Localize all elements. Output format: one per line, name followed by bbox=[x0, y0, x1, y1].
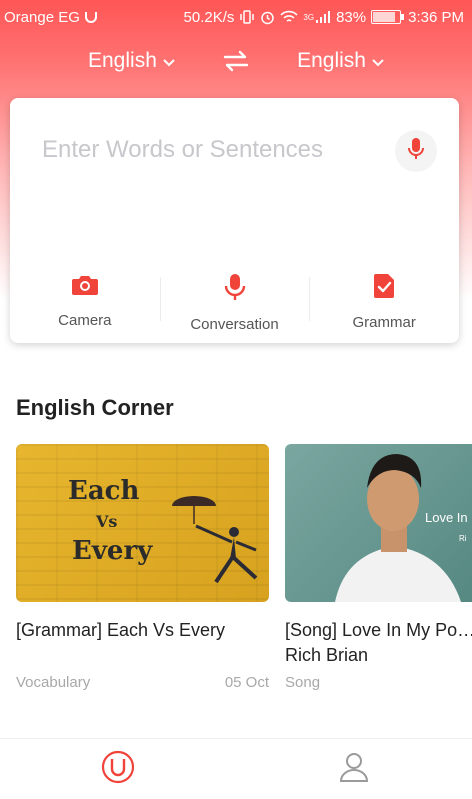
network-speed: 50.2K/s bbox=[183, 8, 235, 26]
microphone-icon bbox=[224, 273, 246, 306]
article-meta: Song bbox=[285, 674, 472, 691]
thumbnail-text: Each bbox=[68, 476, 140, 506]
target-language-select[interactable]: English bbox=[297, 49, 384, 73]
article-card[interactable]: Love In Ri [Song] Love In My Po… Rich Br… bbox=[285, 444, 472, 691]
source-language-label: English bbox=[88, 49, 157, 72]
status-bar: Orange EG 50.2K/s 3G 83% 3:36 PM bbox=[0, 0, 472, 34]
article-carousel[interactable]: Each Vs Every [Grammar] Each Vs Every Vo… bbox=[16, 444, 472, 704]
alarm-icon bbox=[260, 10, 275, 25]
grammar-label: Grammar bbox=[352, 314, 416, 331]
article-category: Vocabulary bbox=[16, 674, 91, 691]
conversation-label: Conversation bbox=[190, 316, 279, 333]
article-thumbnail: Love In Ri bbox=[285, 444, 472, 602]
article-title: [Grammar] Each Vs Every bbox=[16, 620, 226, 640]
home-logo-icon bbox=[101, 750, 135, 789]
voice-input-button[interactable] bbox=[395, 130, 437, 172]
target-language-label: English bbox=[297, 49, 366, 72]
carrier-logo-icon bbox=[84, 10, 98, 24]
grammar-check-icon bbox=[373, 273, 395, 304]
language-selector-bar: English English bbox=[0, 42, 472, 80]
carrier-name: Orange EG bbox=[4, 8, 80, 26]
thumbnail-text: Every bbox=[72, 536, 153, 566]
signal-icon: 3G bbox=[303, 10, 331, 24]
article-title: [Song] Love In My Po… Rich Brian bbox=[285, 620, 472, 665]
clock: 3:36 PM bbox=[408, 8, 464, 26]
source-language-select[interactable]: English bbox=[88, 49, 175, 73]
translation-input-card: Enter Words or Sentences Camera Conversa… bbox=[10, 98, 459, 343]
umbrella-figure-illustration bbox=[172, 496, 258, 584]
article-card[interactable]: Each Vs Every [Grammar] Each Vs Every Vo… bbox=[16, 444, 269, 691]
nav-profile-tab[interactable] bbox=[324, 744, 384, 794]
camera-label: Camera bbox=[58, 312, 112, 329]
section-title: English Corner bbox=[16, 395, 174, 420]
profile-icon bbox=[339, 751, 369, 788]
vibrate-icon bbox=[239, 10, 255, 24]
nav-home-tab[interactable] bbox=[88, 744, 148, 794]
chevron-down-icon bbox=[372, 49, 384, 73]
battery-percent: 83% bbox=[336, 8, 367, 26]
swap-languages-icon[interactable] bbox=[223, 50, 249, 72]
thumbnail-text: Ri bbox=[459, 534, 467, 543]
grammar-button[interactable]: Grammar bbox=[309, 269, 459, 333]
article-date: 05 Oct bbox=[224, 674, 269, 691]
thumbnail-text: Vs bbox=[96, 512, 118, 531]
camera-button[interactable]: Camera bbox=[10, 269, 160, 333]
article-meta: Vocabulary 05 Oct bbox=[16, 674, 269, 691]
conversation-button[interactable]: Conversation bbox=[159, 269, 310, 333]
wifi-icon bbox=[280, 10, 299, 24]
input-tools: Camera Conversation Grammar bbox=[10, 269, 459, 333]
thumbnail-text: Love In bbox=[425, 510, 468, 525]
chevron-down-icon bbox=[163, 49, 175, 73]
battery-icon bbox=[371, 10, 405, 24]
camera-icon bbox=[71, 273, 99, 302]
bottom-navigation bbox=[0, 738, 472, 799]
article-category: Song bbox=[285, 674, 321, 691]
text-input[interactable]: Enter Words or Sentences bbox=[42, 136, 323, 164]
article-thumbnail: Each Vs Every bbox=[16, 444, 269, 602]
microphone-icon bbox=[407, 137, 425, 166]
